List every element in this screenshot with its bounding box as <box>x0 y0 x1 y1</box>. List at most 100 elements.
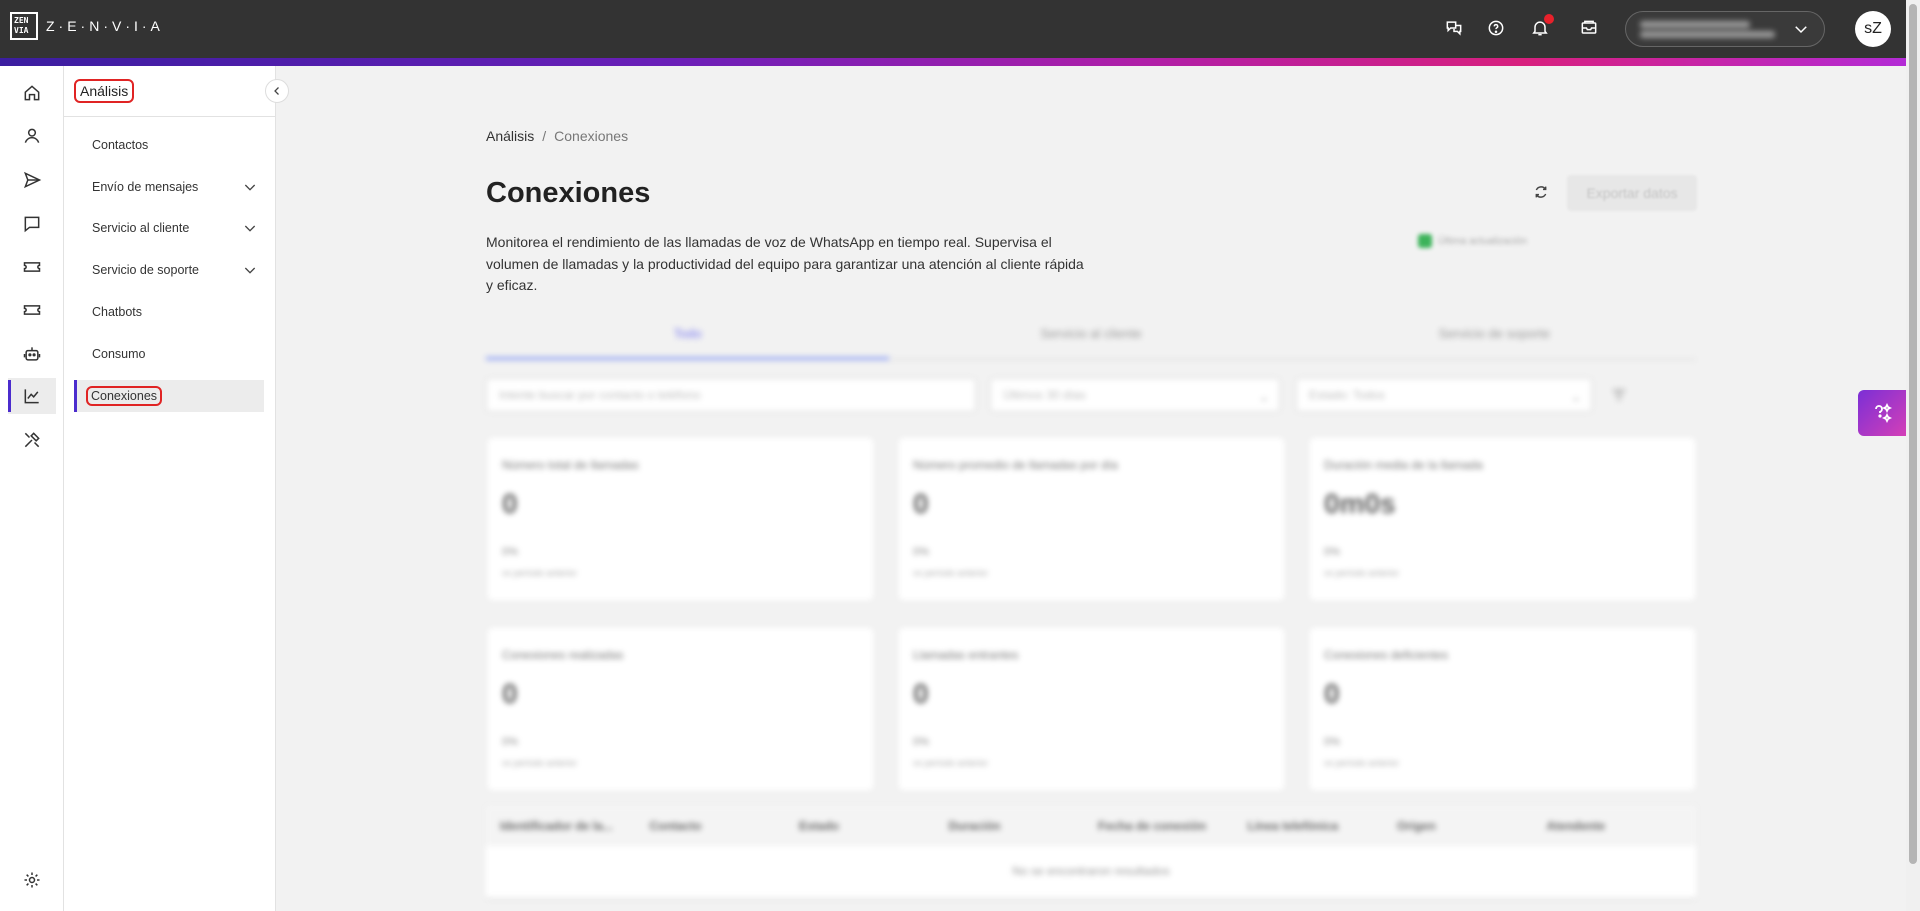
notification-dot <box>1544 14 1554 24</box>
ai-sparkle-icon <box>1875 402 1893 424</box>
breadcrumb-parent[interactable]: Análisis <box>486 128 534 144</box>
metric-label: Número total de llamadas <box>502 458 639 472</box>
home-icon[interactable] <box>8 75 56 111</box>
metric-value: 0 <box>913 678 929 709</box>
account-info <box>1640 18 1792 41</box>
menu-item-chatbots[interactable]: Chatbots <box>76 296 264 328</box>
metric-delta: 0% <box>1324 546 1340 558</box>
bell-icon[interactable] <box>1528 14 1554 40</box>
search-input[interactable]: Intente buscar por contacto o teléfono <box>486 378 976 412</box>
collapse-sidebar-button[interactable] <box>265 79 289 103</box>
metric-value: 0m0s <box>1324 488 1396 519</box>
column-header[interactable]: Origen <box>1397 819 1547 833</box>
menu-item-label: Servicio al cliente <box>92 221 190 235</box>
ai-assistant-button[interactable] <box>1858 390 1906 436</box>
breadcrumb-separator: / <box>542 128 547 144</box>
metric-period: vs período anterior <box>913 568 989 578</box>
metric-value: 0 <box>1324 678 1340 709</box>
menu-item-servicio-de-soporte[interactable]: Servicio de soporte <box>76 254 264 286</box>
status-select-value: Estado: Todos <box>1309 388 1385 402</box>
page-scrollbar[interactable] <box>1906 0 1920 911</box>
empty-state-message: No se encontraron resultados <box>1012 864 1170 878</box>
breadcrumb: Análisis / Conexiones <box>486 128 628 144</box>
column-header[interactable]: Atendente <box>1547 819 1697 833</box>
column-header[interactable]: Línea telefónica <box>1248 819 1398 833</box>
menu-item-label: Envío de mensajes <box>92 180 199 194</box>
submenu-title: Análisis <box>74 79 135 103</box>
metric-period: vs período anterior <box>502 758 578 768</box>
menu-item-label: Consumo <box>92 347 146 361</box>
account-selector[interactable] <box>1625 11 1825 47</box>
metric-delta: 0% <box>502 736 518 748</box>
tools-icon[interactable] <box>8 422 56 458</box>
chat-icon[interactable] <box>8 206 56 242</box>
export-data-button[interactable]: Exportar datos <box>1567 175 1697 211</box>
user-icon[interactable] <box>8 118 56 154</box>
metric-value: 0 <box>913 488 929 519</box>
tab-servicio-al-cliente[interactable]: Servicio al cliente <box>889 320 1292 359</box>
column-header[interactable]: Duración <box>949 819 1099 833</box>
ticket-icon[interactable] <box>8 249 56 285</box>
column-header[interactable]: Fecha de conexión <box>1098 819 1248 833</box>
translate-chat-icon[interactable] <box>1442 16 1466 40</box>
logo-text: Z·E·N·V·I·A <box>46 18 164 34</box>
metric-delta: 0% <box>913 546 929 558</box>
menu-item-consumo[interactable]: Consumo <box>76 338 264 370</box>
menu-item-label: Chatbots <box>92 305 143 319</box>
scrollbar-thumb[interactable] <box>1909 4 1917 864</box>
analytics-icon[interactable] <box>8 378 56 414</box>
refresh-button[interactable] <box>1530 181 1552 203</box>
icon-rail <box>0 66 64 911</box>
metric-label: Número promedio de llamadas por día <box>913 458 1118 472</box>
menu-item-conexiones[interactable]: Conexiones <box>74 380 264 412</box>
send-icon[interactable] <box>8 162 56 198</box>
page-description: Monitorea el rendimiento de las llamadas… <box>486 234 1084 293</box>
metric-label: Conexiones realizadas <box>502 648 624 662</box>
period-select-value: Últimos 30 días <box>1003 388 1086 402</box>
menu-item-envio-de-mensajes[interactable]: Envío de mensajes <box>76 171 264 203</box>
metric-period: vs período anterior <box>1324 568 1400 578</box>
robot-icon[interactable] <box>8 336 56 372</box>
tab-servicio-de-soporte[interactable]: Servicio de soporte <box>1293 320 1696 359</box>
metric-card-avg-calls-per-day: Número promedio de llamadas por día 0 0%… <box>899 438 1284 600</box>
menu-item-label: Contactos <box>92 138 149 152</box>
menu-item-contactos[interactable]: Contactos <box>76 129 264 161</box>
ticket-alt-icon[interactable] <box>8 292 56 328</box>
metric-value: 0 <box>502 488 518 519</box>
metric-label: Llamadas entrantes <box>913 648 1019 662</box>
tab-todo[interactable]: Todo <box>486 320 890 360</box>
inbox-tray-icon[interactable] <box>1577 16 1601 40</box>
avatar[interactable]: sZ <box>1855 11 1891 47</box>
column-header[interactable]: Contacto <box>650 819 800 833</box>
metric-label: Duración media de la llamada <box>1324 458 1483 472</box>
chevron-down-icon <box>244 184 256 191</box>
chevron-down-icon <box>244 267 256 274</box>
metric-value: 0 <box>502 678 518 709</box>
metric-period: vs período anterior <box>502 568 578 578</box>
chevron-down-icon: ⌄ <box>1570 390 1581 404</box>
breadcrumb-current: Conexiones <box>554 128 629 144</box>
column-header[interactable]: Estado <box>799 819 949 833</box>
analysis-submenu: Análisis Contactos Envío de mensajes Ser… <box>64 66 276 911</box>
metric-card-connections-made: Conexiones realizadas 0 0% vs período an… <box>488 628 873 790</box>
chevron-down-icon: ⌄ <box>1258 390 1269 404</box>
metric-card-incoming-calls: Llamadas entrantes 0 0% vs período anter… <box>899 628 1284 790</box>
column-header[interactable]: Identificador de la... <box>500 819 650 833</box>
submenu-divider <box>64 116 276 117</box>
metric-card-avg-duration: Duración media de la llamada 0m0s 0% vs … <box>1310 438 1695 600</box>
gear-icon[interactable] <box>8 862 56 898</box>
help-icon[interactable] <box>1484 16 1508 40</box>
zenvia-logo[interactable]: ZEN VIA Z·E·N·V·I·A <box>10 12 164 40</box>
table-header: Identificador de la... Contacto Estado D… <box>486 806 1696 846</box>
metric-period: vs período anterior <box>1324 758 1400 768</box>
menu-item-servicio-al-cliente[interactable]: Servicio al cliente <box>76 212 264 244</box>
period-select[interactable]: Últimos 30 días ⌄ <box>990 378 1280 412</box>
menu-item-label: Servicio de soporte <box>92 263 200 277</box>
filter-icon[interactable] <box>1610 386 1628 404</box>
chevron-down-icon <box>244 225 256 232</box>
refresh-icon <box>1535 186 1547 198</box>
status-select[interactable]: Estado: Todos ⌄ <box>1296 378 1592 412</box>
metric-period: vs período anterior <box>913 758 989 768</box>
connections-table: Identificador de la... Contacto Estado D… <box>486 806 1696 899</box>
metric-card-total-calls: Número total de llamadas 0 0% vs período… <box>488 438 873 600</box>
